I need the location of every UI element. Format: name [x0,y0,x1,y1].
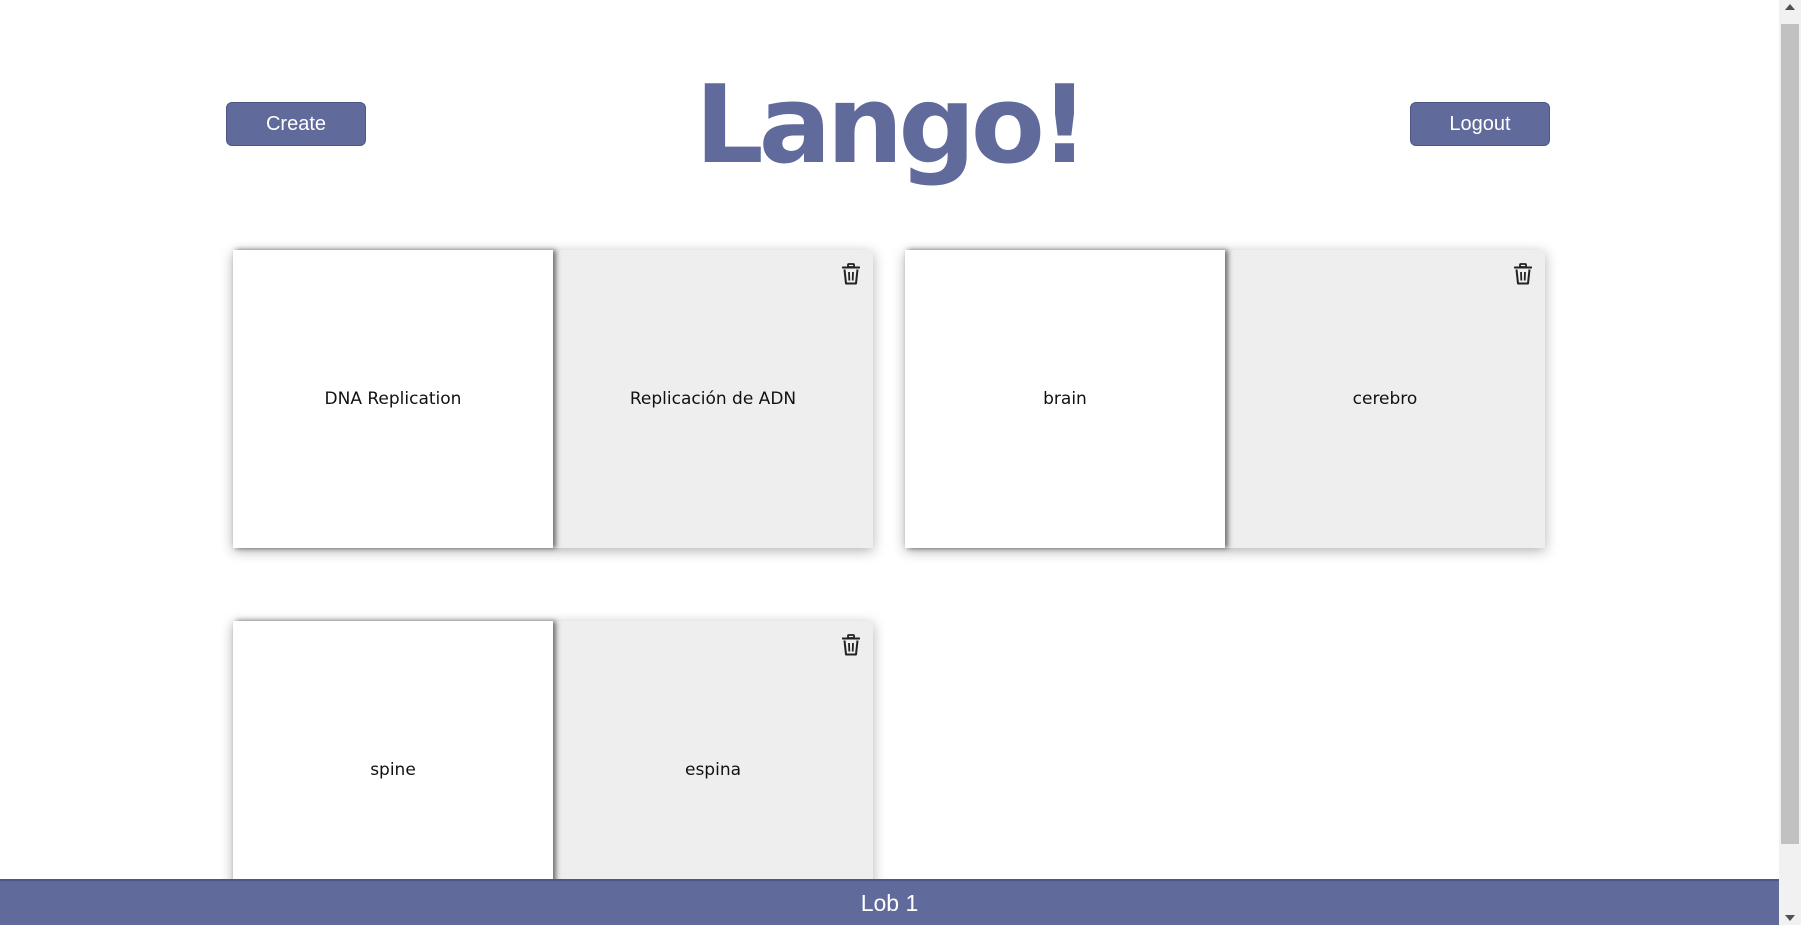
scroll-up-arrow-icon[interactable] [1785,4,1795,10]
flashcard[interactable]: brain cerebro [905,250,1545,548]
card-front: spine [233,621,553,919]
scroll-down-arrow-icon[interactable] [1785,915,1795,921]
card-front-text: DNA Replication [324,389,462,409]
card-front: brain [905,250,1225,548]
vertical-scrollbar[interactable] [1779,0,1801,925]
card-back: cerebro [1225,250,1545,548]
trash-icon[interactable] [839,262,863,286]
card-back: espina [553,621,873,919]
card-front-text: spine [370,760,416,780]
trash-icon[interactable] [1511,262,1535,286]
scrollbar-thumb[interactable] [1781,24,1799,844]
card-front-text: brain [1043,389,1087,409]
logout-button[interactable]: Logout [1410,102,1550,146]
flashcard[interactable]: DNA Replication Replicación de ADN [233,250,873,548]
main-view: Create Lango! Logout DNA Replication Rep… [0,0,1779,925]
card-back-text: Replicación de ADN [629,389,797,409]
footer-bar: Lob 1 [0,879,1779,925]
card-front: DNA Replication [233,250,553,548]
page: Create Lango! Logout DNA Replication Rep… [0,0,1801,925]
footer-text: Lob 1 [860,889,919,916]
card-back: Replicación de ADN [553,250,873,548]
card-back-text: espina [684,760,742,780]
flashcard[interactable]: spine espina [233,621,873,919]
trash-icon[interactable] [839,633,863,657]
card-back-text: cerebro [1352,389,1418,409]
